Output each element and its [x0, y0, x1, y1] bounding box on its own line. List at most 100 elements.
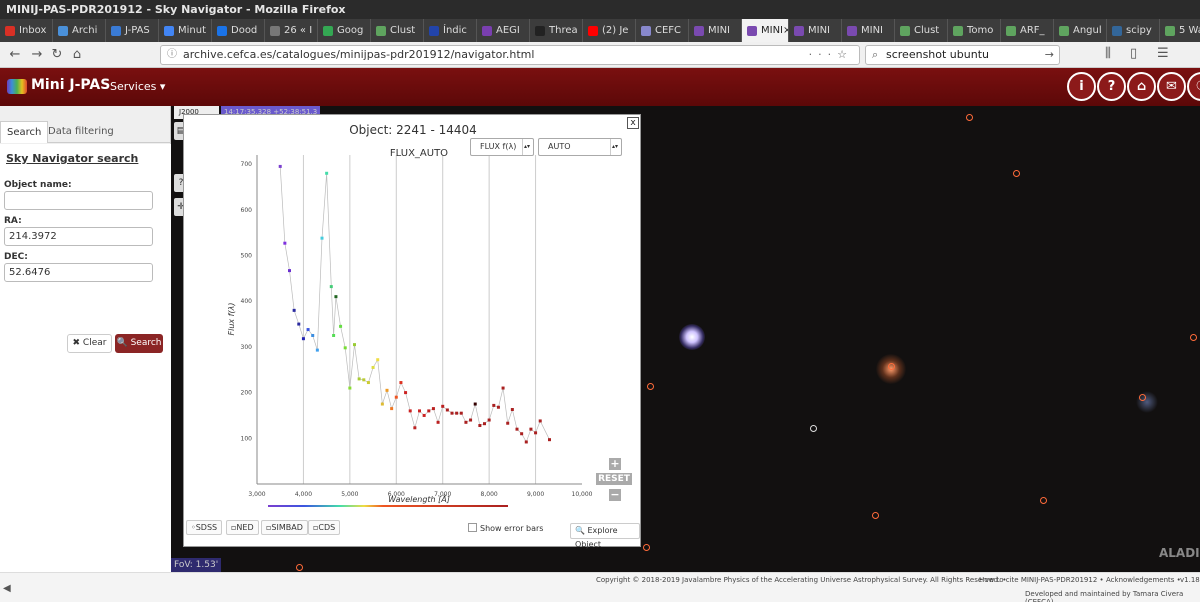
- clear-button[interactable]: ✖ Clear: [67, 334, 112, 353]
- browser-tab[interactable]: MINI: [842, 19, 895, 42]
- source-marker[interactable]: [1139, 394, 1146, 401]
- data-point: [431, 407, 435, 411]
- browser-tab[interactable]: (2) Je: [583, 19, 636, 42]
- help-button[interactable]: ?: [1097, 72, 1126, 101]
- ned-button[interactable]: ▫NED: [226, 520, 259, 535]
- browser-tab[interactable]: Índic: [424, 19, 477, 42]
- browser-tab[interactable]: Threa: [530, 19, 583, 42]
- source-marker[interactable]: [966, 114, 973, 121]
- data-point: [510, 408, 514, 412]
- url-actions[interactable]: ···☆: [809, 46, 853, 64]
- browser-tab[interactable]: Archi: [53, 19, 106, 42]
- browser-search-text: screenshot ubuntu: [886, 48, 989, 61]
- explore-object-button[interactable]: 🔍 Explore Object: [570, 523, 640, 549]
- services-menu[interactable]: Services ▾: [110, 80, 165, 93]
- data-point: [506, 421, 510, 425]
- browser-tab[interactable]: Goog: [318, 19, 371, 42]
- info-button[interactable]: i: [1067, 72, 1096, 101]
- favicon-icon: [588, 25, 598, 36]
- browser-tab[interactable]: CEFC: [636, 19, 689, 42]
- reset-button[interactable]: RESET: [596, 473, 632, 485]
- favicon-icon: [747, 25, 757, 36]
- object-name-input[interactable]: [4, 191, 153, 210]
- mail-button[interactable]: ✉: [1157, 72, 1186, 101]
- acknowledgements-link[interactable]: Acknowledgements •: [1106, 576, 1181, 584]
- tab-label: ARF_: [1020, 25, 1045, 36]
- spectrum-dialog: 3,000 4,000 5,000 6,000 7,000 8,000 9,000 10,00…: [183, 114, 641, 549]
- favicon-icon: [5, 25, 15, 36]
- menu-icon[interactable]: ☰: [1157, 46, 1169, 61]
- back-button[interactable]: ←: [6, 46, 24, 64]
- dec-input[interactable]: 52.6476: [4, 263, 153, 282]
- browser-tab[interactable]: MINI: [789, 19, 842, 42]
- error-bars-checkbox[interactable]: [468, 523, 477, 532]
- browser-tab[interactable]: Dood: [212, 19, 265, 42]
- bright-star: [679, 324, 705, 350]
- selected-source-marker[interactable]: [810, 425, 817, 432]
- cds-button[interactable]: ▫CDS: [308, 520, 341, 535]
- ra-label: RA:: [4, 216, 22, 226]
- logo-icon: [7, 79, 27, 94]
- browser-tab[interactable]: ARF_: [1001, 19, 1054, 42]
- browser-tab[interactable]: AEGI: [477, 19, 530, 42]
- search-go-icon[interactable]: →: [1045, 46, 1054, 64]
- browser-tab[interactable]: Tomo: [948, 19, 1001, 42]
- data-point: [427, 409, 431, 413]
- browser-tab[interactable]: Minut: [159, 19, 212, 42]
- app-logo[interactable]: Mini J-PAS: [31, 77, 110, 93]
- tab-label: 26 « I: [284, 25, 313, 36]
- tab-data-filtering[interactable]: Data filtering: [42, 121, 120, 143]
- sidebar-icon[interactable]: ▯: [1130, 46, 1137, 61]
- browser-tab[interactable]: Clust: [895, 19, 948, 42]
- source-marker[interactable]: [888, 363, 895, 370]
- browser-tab[interactable]: 5 Wa: [1160, 19, 1200, 42]
- browser-tab[interactable]: scipy: [1107, 19, 1160, 42]
- library-icon[interactable]: ⫼: [1105, 46, 1111, 61]
- simbad-button[interactable]: ▫SIMBAD: [261, 520, 308, 535]
- home-icon[interactable]: ⌂: [68, 46, 86, 64]
- source-marker[interactable]: [296, 564, 303, 571]
- cite-link[interactable]: How to cite MINIJ-PAS-PDR201912 •: [979, 576, 1104, 584]
- source-marker[interactable]: [647, 383, 654, 390]
- source-marker[interactable]: [643, 544, 650, 551]
- tab-label: Threa: [549, 25, 578, 36]
- reload-button[interactable]: ↻: [48, 46, 66, 64]
- search-button[interactable]: 🔍 Search: [115, 334, 163, 353]
- user-button[interactable]: ☉: [1187, 72, 1200, 101]
- data-point: [385, 388, 389, 392]
- source-marker[interactable]: [1190, 334, 1197, 341]
- tab-label: Angul: [1073, 25, 1102, 36]
- browser-tab[interactable]: MINI: [689, 19, 742, 42]
- spectrum-plot: 3,000 4,000 5,000 6,000 7,000 8,000 9,000 10,00…: [227, 148, 593, 507]
- close-button[interactable]: x: [627, 117, 639, 129]
- x-tick-label: 8,000: [481, 491, 498, 498]
- data-point: [394, 395, 398, 399]
- scroll-left-icon[interactable]: ◀: [3, 583, 11, 594]
- browser-tab[interactable]: J-PAS: [106, 19, 159, 42]
- data-point: [450, 411, 454, 415]
- sdss-button[interactable]: ◦SDSS: [186, 520, 223, 535]
- data-point: [408, 409, 412, 413]
- aperture-select[interactable]: AUTO ▴▾: [538, 138, 622, 156]
- browser-tab[interactable]: Inbox: [0, 19, 53, 42]
- info-icon[interactable]: ⓘ: [167, 46, 177, 64]
- browser-tab[interactable]: MINI×: [742, 19, 789, 42]
- source-marker[interactable]: [1013, 170, 1020, 177]
- browser-tab[interactable]: 26 « I: [265, 19, 318, 42]
- browser-tab[interactable]: Angul: [1054, 19, 1107, 42]
- y-tick-label: 500: [241, 253, 253, 260]
- source-marker[interactable]: [1040, 497, 1047, 504]
- url-bar[interactable]: ⓘ archive.cefca.es/catalogues/minijpas-p…: [160, 45, 860, 65]
- zoom-in-button[interactable]: +: [609, 458, 621, 470]
- flux-type-select[interactable]: FLUX f(λ) ▴▾: [470, 138, 534, 156]
- source-marker[interactable]: [872, 512, 879, 519]
- data-point: [371, 365, 375, 369]
- ra-input[interactable]: 214.3972: [4, 227, 153, 246]
- zoom-out-button[interactable]: −: [609, 489, 621, 501]
- forward-button[interactable]: →: [28, 46, 46, 64]
- browser-search-input[interactable]: ⌕ screenshot ubuntu →: [865, 45, 1060, 65]
- home-button[interactable]: ⌂: [1127, 72, 1156, 101]
- browser-tab[interactable]: Clust: [371, 19, 424, 42]
- data-point: [301, 337, 305, 341]
- data-point: [339, 324, 343, 328]
